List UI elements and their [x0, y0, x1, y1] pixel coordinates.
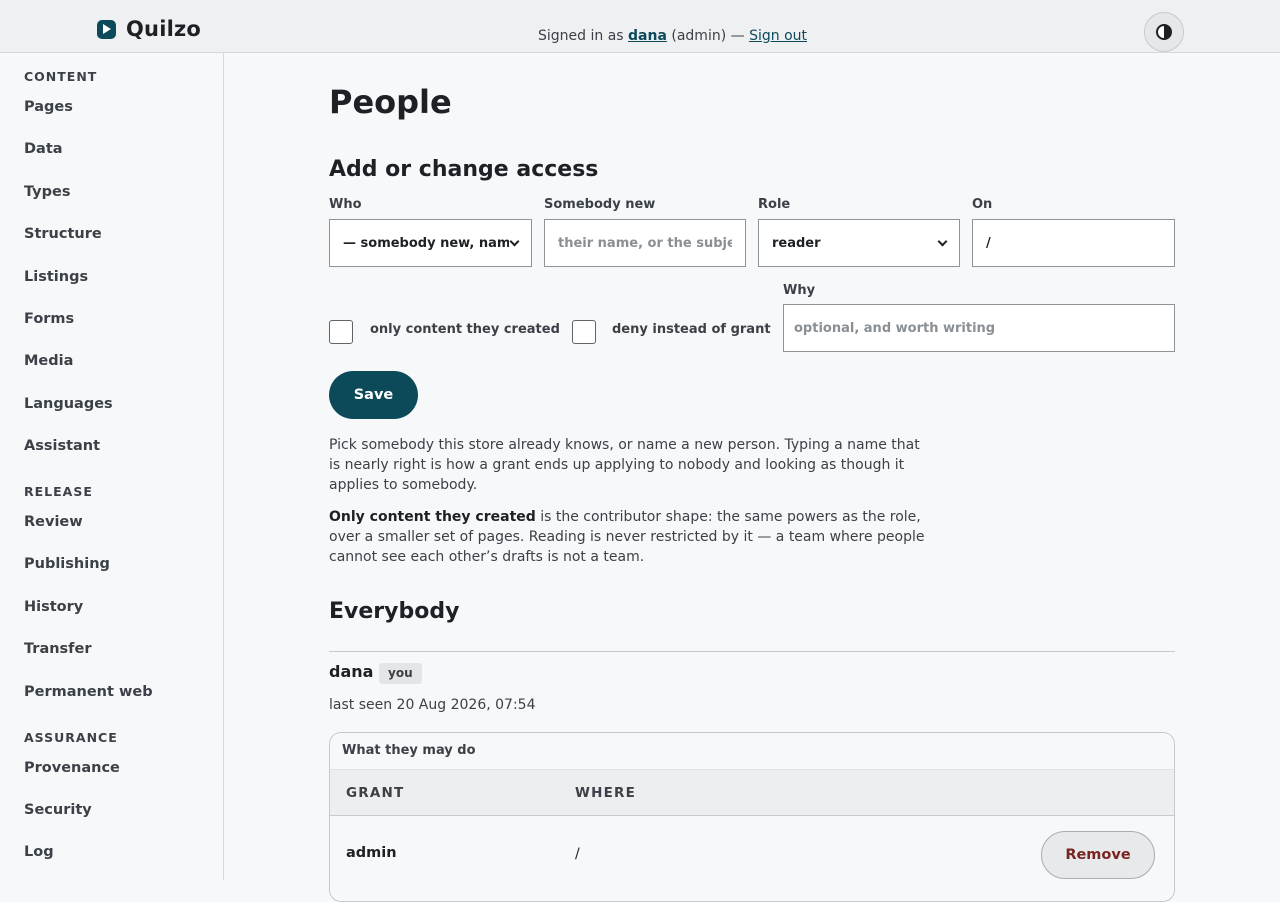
who-label: Who: [329, 197, 362, 212]
sidebar-item-listings[interactable]: Listings: [24, 269, 88, 285]
sidebar-section-content: CONTENT: [24, 69, 98, 84]
sidebar-item-transfer[interactable]: Transfer: [24, 641, 91, 657]
on-label: On: [972, 197, 993, 212]
sidebar-section-release: RELEASE: [24, 484, 93, 499]
sign-out-link[interactable]: Sign out: [749, 28, 807, 44]
column-header-where: WHERE: [575, 785, 637, 801]
somebody-new-label: Somebody new: [544, 197, 656, 212]
grants-table: What they may do GRANT WHERE admin / Rem…: [329, 732, 1175, 902]
current-user-link[interactable]: dana: [628, 28, 667, 44]
column-header-grant: GRANT: [346, 785, 405, 801]
somebody-new-input[interactable]: [544, 219, 746, 267]
person-name: dana: [329, 662, 374, 681]
sidebar-item-data[interactable]: Data: [24, 141, 63, 157]
current-user-role: (admin) —: [671, 28, 745, 44]
only-created-checkbox[interactable]: [329, 320, 353, 344]
grant-cell: admin: [346, 845, 397, 861]
only-created-label[interactable]: only content they created: [370, 322, 560, 337]
role-select-value: reader: [772, 235, 821, 251]
contrast-icon: [1156, 24, 1172, 40]
who-select[interactable]: — somebody new, name them: [329, 219, 532, 267]
help-strong: Only content they created: [329, 509, 536, 525]
who-select-value: — somebody new, name them: [343, 235, 509, 251]
sidebar-item-provenance[interactable]: Provenance: [24, 760, 120, 776]
help-paragraph-contributor: Only content they created is the contrib…: [329, 507, 933, 567]
why-input[interactable]: [783, 304, 1175, 352]
top-bar: Quilzo Signed in as dana (admin) — Sign …: [0, 0, 1280, 53]
sidebar: CONTENT Pages Data Types Structure Listi…: [0, 53, 224, 880]
sidebar-item-history[interactable]: History: [24, 599, 83, 615]
why-label: Why: [783, 283, 816, 298]
on-input[interactable]: [972, 219, 1175, 267]
last-seen: last seen 20 Aug 2026, 07:54: [329, 697, 536, 713]
grants-caption: What they may do: [342, 743, 476, 758]
access-form-heading: Add or change access: [329, 157, 599, 182]
divider: [329, 651, 1175, 652]
help-paragraph-names: Pick somebody this store already knows, …: [329, 437, 920, 493]
sidebar-section-assurance: ASSURANCE: [24, 730, 118, 745]
sidebar-item-structure[interactable]: Structure: [24, 226, 102, 242]
page-title: People: [329, 83, 452, 121]
grants-table-header: GRANT WHERE: [330, 769, 1174, 816]
signed-in-prefix: Signed in as: [538, 28, 624, 44]
sidebar-item-assistant[interactable]: Assistant: [24, 438, 100, 454]
sidebar-item-types[interactable]: Types: [24, 184, 70, 200]
you-badge: you: [379, 663, 422, 684]
sidebar-item-forms[interactable]: Forms: [24, 311, 74, 327]
sidebar-item-review[interactable]: Review: [24, 514, 83, 530]
deny-checkbox[interactable]: [572, 320, 596, 344]
sidebar-item-log[interactable]: Log: [24, 844, 54, 860]
save-button[interactable]: Save: [329, 371, 418, 419]
everybody-heading: Everybody: [329, 599, 460, 624]
chevron-down-icon: [937, 236, 948, 246]
theme-toggle-button[interactable]: [1144, 12, 1184, 52]
sidebar-item-languages[interactable]: Languages: [24, 396, 113, 412]
remove-grant-button[interactable]: Remove: [1041, 831, 1155, 879]
sidebar-item-publishing[interactable]: Publishing: [24, 556, 110, 572]
deny-label[interactable]: deny instead of grant: [612, 322, 771, 337]
role-select[interactable]: reader: [758, 219, 960, 267]
sidebar-item-media[interactable]: Media: [24, 353, 73, 369]
sidebar-item-pages[interactable]: Pages: [24, 99, 73, 115]
role-label: Role: [758, 197, 791, 212]
sidebar-item-security[interactable]: Security: [24, 802, 92, 818]
sidebar-item-permanent-web[interactable]: Permanent web: [24, 684, 153, 700]
session-status: Signed in as dana (admin) — Sign out: [0, 28, 1280, 44]
chevron-down-icon: [509, 236, 520, 246]
where-cell: /: [575, 846, 580, 862]
